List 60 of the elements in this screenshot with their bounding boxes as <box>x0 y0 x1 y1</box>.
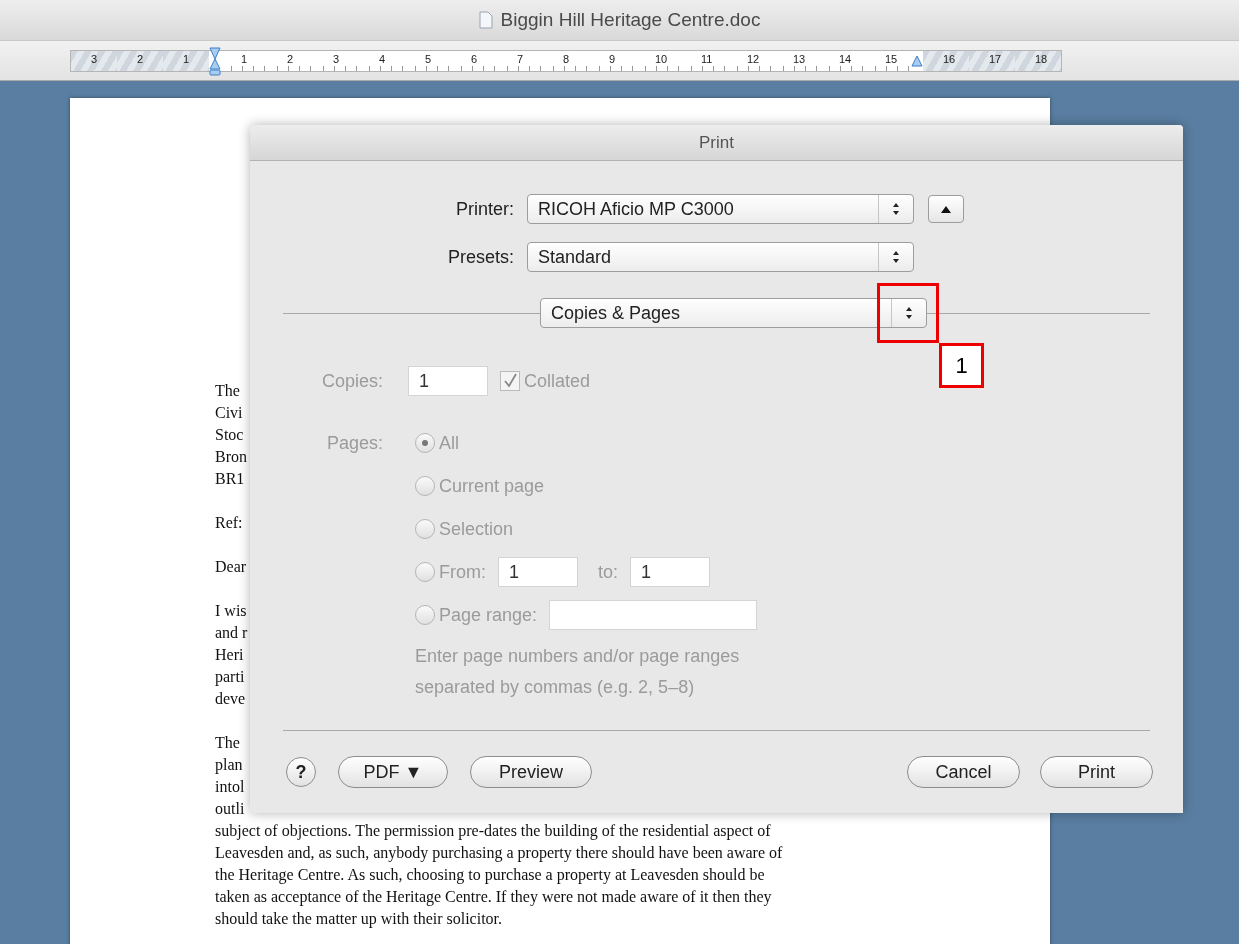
up-down-arrows-icon <box>905 306 913 320</box>
up-down-arrows-icon <box>892 202 900 216</box>
document-text: BR1 <box>215 469 245 489</box>
printer-label: Printer: <box>454 198 515 220</box>
document-text: Stoc <box>215 425 244 445</box>
ruler-number: 2 <box>137 52 144 65</box>
ruler-number: 5 <box>425 52 432 65</box>
document-text: and r <box>215 623 248 643</box>
document-text: Dear <box>215 557 247 577</box>
document-text: parti <box>215 667 245 688</box>
up-down-arrows-icon <box>892 250 900 264</box>
document-text: should take the matter up with their solicitor. <box>215 909 503 930</box>
document-text: Bron <box>215 447 247 467</box>
ruler-number: 12 <box>747 52 760 65</box>
ruler-number: 1 <box>183 52 190 65</box>
ruler-number: 3 <box>91 52 98 65</box>
triangle-icon <box>941 205 951 213</box>
ruler-number: 16 <box>943 52 956 65</box>
ruler-number: 9 <box>609 52 616 65</box>
ruler-number: 14 <box>839 52 852 65</box>
ruler-number: 13 <box>793 52 806 65</box>
copies-label: Copies: <box>320 370 383 393</box>
document-icon <box>478 11 493 29</box>
expand-button[interactable] <box>928 195 964 223</box>
ruler-number: 3 <box>333 52 340 65</box>
checkmark-icon <box>502 373 518 389</box>
dialog-title: Print <box>250 125 1183 161</box>
ruler-number: 2 <box>287 52 294 65</box>
window-title: Biggin Hill Heritage Centre.doc <box>500 9 761 31</box>
document-text: The <box>215 381 240 401</box>
document-text: deve <box>215 689 246 709</box>
ruler-number: 1 <box>241 52 248 65</box>
document-text: Civi <box>215 403 243 423</box>
presets-label: Presets: <box>446 246 515 268</box>
document-text: outli <box>215 799 245 819</box>
document-text: intol <box>215 777 245 797</box>
ruler-number: 10 <box>655 52 668 65</box>
ruler-number: 11 <box>701 52 713 65</box>
document-text: Ref: <box>215 513 243 533</box>
ruler-number: 7 <box>517 52 524 65</box>
ruler-number: 8 <box>563 52 570 65</box>
ruler-number: 17 <box>989 52 1002 65</box>
document-text: Leavesden and, as such, anybody purchasing a property there should have been aware of <box>215 843 783 864</box>
to-label: to: <box>598 561 618 583</box>
ruler-number: 15 <box>885 52 898 65</box>
highlight-frame <box>877 283 939 343</box>
callout-number: 1 <box>939 343 984 388</box>
indent-marker-icon[interactable] <box>209 45 221 76</box>
document-text: plan <box>215 755 243 776</box>
ruler-number: 6 <box>471 52 478 65</box>
document-text: Heri <box>215 645 244 665</box>
document-text: I wis <box>215 601 247 621</box>
ruler-number: 18 <box>1035 52 1048 65</box>
ruler-number: 4 <box>379 52 386 65</box>
pages-label: Pages: <box>325 432 383 455</box>
document-text: the Heritage Centre. As such, choosing to purchase a property at Leavesden should be <box>215 865 765 886</box>
document-text: subject of objections. The permission pre-dates the building of the residential aspect of <box>215 821 771 842</box>
document-text: taken as acceptance of the Heritage Centre. If they were not made aware of it then they <box>215 887 772 908</box>
hint-text: Enter page numbers and/or page ranges separated by commas (e.g. 2, 5–8) <box>415 645 741 699</box>
document-text: The <box>215 733 240 753</box>
